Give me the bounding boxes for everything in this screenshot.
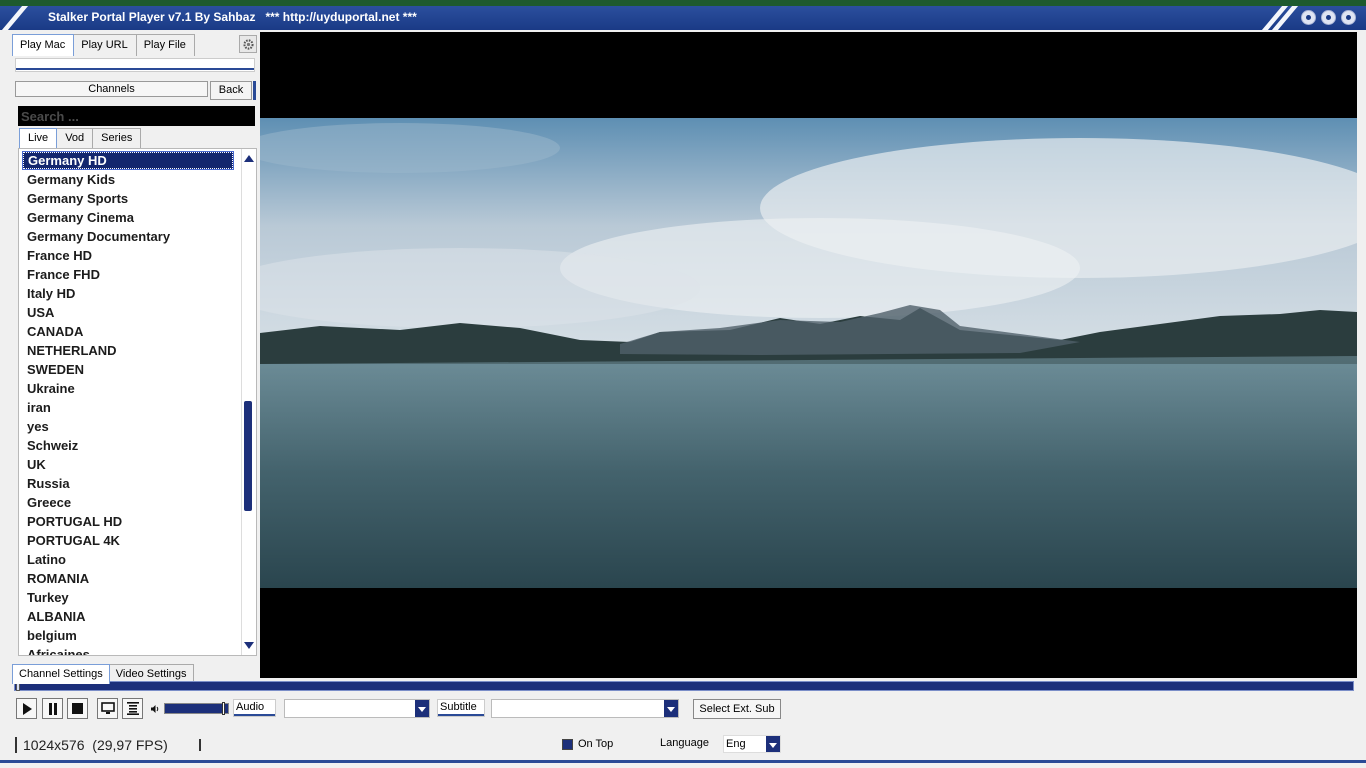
close-button[interactable] — [1341, 10, 1356, 25]
video-display[interactable] — [260, 32, 1357, 678]
tab-live[interactable]: Live — [19, 128, 58, 148]
subtitle-select[interactable] — [491, 699, 679, 718]
channel-item[interactable]: France HD — [22, 246, 234, 265]
channel-item[interactable]: Ukraine — [22, 379, 234, 398]
scroll-down-icon[interactable] — [244, 642, 254, 649]
fullscreen-button[interactable] — [97, 698, 118, 719]
status-bar: 1024x576 (29,97 FPS) On Top Language Eng — [10, 735, 1356, 758]
channel-item[interactable]: PORTUGAL HD — [22, 512, 234, 531]
window-title: Stalker Portal Player v7.1 By Sahbaz *** … — [48, 10, 417, 24]
minimize-button[interactable] — [1301, 10, 1316, 25]
volume-slider[interactable] — [164, 702, 229, 715]
speaker-icon — [151, 705, 159, 713]
pause-icon — [48, 702, 57, 715]
channel-list[interactable]: Germany HD Germany Kids Germany Sports G… — [18, 148, 257, 656]
channel-item[interactable]: France FHD — [22, 265, 234, 284]
channel-item[interactable]: ALBANIA — [22, 607, 234, 626]
stop-icon — [72, 703, 83, 714]
audio-label: Audio — [233, 699, 276, 717]
channel-item[interactable]: Germany Documentary — [22, 227, 234, 246]
channel-item[interactable]: Russia — [22, 474, 234, 493]
channel-item[interactable]: NETHERLAND — [22, 341, 234, 360]
audio-track-select[interactable] — [284, 699, 430, 718]
title-url: *** http://uyduportal.net *** — [265, 10, 417, 24]
list-icon — [126, 702, 139, 715]
channel-item[interactable]: Turkey — [22, 588, 234, 607]
channels-button[interactable]: Channels — [15, 81, 208, 97]
channel-item[interactable]: Germany Cinema — [22, 208, 234, 227]
content-tabs: Live Vod Series — [19, 128, 142, 148]
channel-item[interactable]: Italy HD — [22, 284, 234, 303]
channel-item[interactable]: yes — [22, 417, 234, 436]
tab-series[interactable]: Series — [92, 128, 142, 148]
fps-text: (29,97 FPS) — [92, 737, 168, 753]
play-button[interactable] — [16, 698, 37, 719]
chevron-down-icon[interactable] — [415, 700, 429, 717]
gear-icon — [242, 38, 254, 50]
title-bar[interactable]: Stalker Portal Player v7.1 By Sahbaz *** … — [0, 6, 1366, 30]
source-tabs: Play Mac Play URL Play File — [12, 34, 195, 56]
channel-item[interactable]: UK — [22, 455, 234, 474]
scroll-thumb[interactable] — [244, 401, 252, 511]
resolution-text: 1024x576 — [23, 737, 85, 753]
channel-item[interactable]: Germany HD — [22, 151, 234, 170]
channel-item[interactable]: belgium — [22, 626, 234, 645]
channel-item[interactable]: Schweiz — [22, 436, 234, 455]
tab-vod[interactable]: Vod — [56, 128, 94, 148]
chevron-down-icon[interactable] — [664, 700, 678, 717]
maximize-button[interactable] — [1321, 10, 1336, 25]
back-button[interactable]: Back — [210, 81, 252, 100]
playlist-button[interactable] — [122, 698, 143, 719]
accent-bar — [253, 81, 256, 100]
stop-button[interactable] — [67, 698, 88, 719]
subtitle-label: Subtitle — [437, 699, 485, 717]
play-icon — [22, 702, 32, 715]
channel-item[interactable]: iran — [22, 398, 234, 417]
channel-item[interactable]: Africaines — [22, 645, 234, 655]
scroll-up-icon[interactable] — [244, 155, 254, 162]
left-panel: Play Mac Play URL Play File Channels Bac… — [10, 32, 260, 684]
channel-item[interactable]: PORTUGAL 4K — [22, 531, 234, 550]
seek-bar[interactable] — [14, 681, 1354, 691]
video-frame — [260, 118, 1357, 588]
on-top-label: On Top — [578, 738, 614, 750]
tab-play-file[interactable]: Play File — [135, 34, 195, 56]
tab-channel-settings[interactable]: Channel Settings — [12, 664, 110, 684]
app-window: Stalker Portal Player v7.1 By Sahbaz *** … — [0, 6, 1366, 768]
channel-item[interactable]: SWEDEN — [22, 360, 234, 379]
progress-strip — [15, 58, 255, 72]
chevron-down-icon[interactable] — [766, 736, 780, 752]
monitor-icon — [100, 702, 115, 714]
channel-item[interactable]: ROMANIA — [22, 569, 234, 588]
status-divider — [199, 739, 201, 751]
language-value: Eng — [726, 738, 746, 750]
video-info: 1024x576 (29,97 FPS) — [15, 737, 168, 753]
channel-item[interactable]: Latino — [22, 550, 234, 569]
pause-button[interactable] — [42, 698, 63, 719]
language-label: Language — [660, 737, 709, 749]
title-stripe — [1, 6, 29, 30]
channel-item[interactable]: Germany Kids — [22, 170, 234, 189]
channel-item[interactable]: Germany Sports — [22, 189, 234, 208]
channel-list-scrollbar[interactable] — [241, 149, 256, 655]
channel-item[interactable]: USA — [22, 303, 234, 322]
on-top-checkbox[interactable] — [562, 739, 573, 750]
language-select[interactable]: Eng — [723, 735, 781, 753]
tab-play-url[interactable]: Play URL — [73, 34, 137, 56]
tab-play-mac[interactable]: Play Mac — [12, 34, 75, 56]
search-input[interactable] — [18, 106, 255, 126]
window-bottom-edge — [0, 760, 1366, 763]
volume-handle[interactable] — [222, 702, 225, 715]
channel-item[interactable]: CANADA — [22, 322, 234, 341]
settings-button[interactable] — [239, 35, 257, 53]
channel-item[interactable]: Greece — [22, 493, 234, 512]
select-ext-sub-button[interactable]: Select Ext. Sub — [693, 699, 781, 719]
